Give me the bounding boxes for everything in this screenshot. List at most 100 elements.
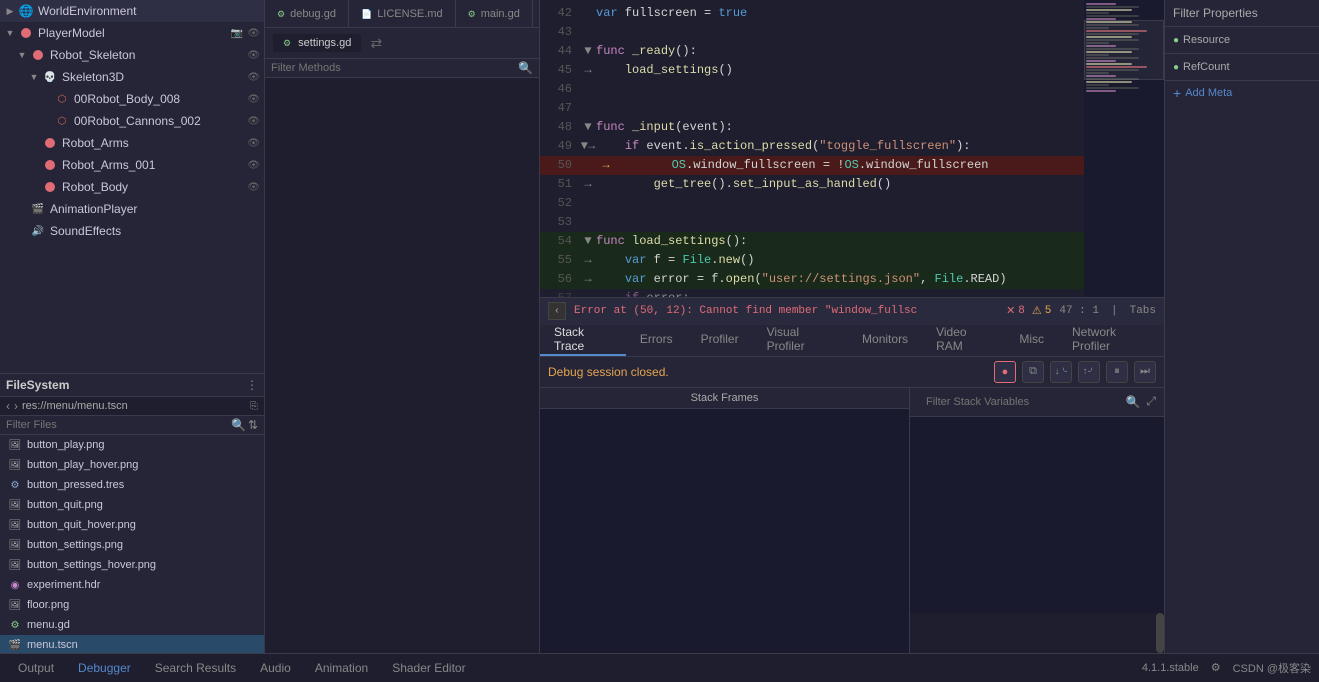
code-area: 42 var fullscreen = true 43 xyxy=(540,0,1164,297)
bottom-tab-output[interactable]: Output xyxy=(8,654,64,682)
eye-icon-robotcannons002[interactable]: 👁 xyxy=(247,116,260,127)
stack-vars-scrollbar-thumb[interactable] xyxy=(1156,613,1164,653)
minimap-viewport[interactable] xyxy=(1084,20,1164,80)
tree-arrow-robotskeleton: ▼ xyxy=(16,49,28,61)
code-line-47: 47 xyxy=(540,99,1084,118)
fs-label-buttonsettings: button_settings.png xyxy=(27,539,123,551)
filter-methods-input[interactable] xyxy=(271,62,518,74)
tree-item-soundeffects[interactable]: ▶ 🔊 SoundEffects xyxy=(0,220,264,242)
fs-item-floorpng[interactable]: 🖼 floor.png xyxy=(0,595,264,615)
tree-item-robotcannons002[interactable]: ▶ ⬡ 00Robot_Cannons_002 👁 xyxy=(0,110,264,132)
fs-item-buttonplay[interactable]: 🖼 button_play.png xyxy=(0,435,264,455)
debug-skip-btn[interactable]: ⏭ xyxy=(1134,361,1156,383)
right-panel-refcount-section: ● RefCount xyxy=(1165,54,1319,81)
debug-step-over-btn[interactable]: ⧉ xyxy=(1022,361,1044,383)
tree-item-robotskeleton[interactable]: ▼ Robot_Skeleton 👁 xyxy=(0,44,264,66)
bottom-tab-searchresults[interactable]: Search Results xyxy=(145,654,246,682)
fs-item-menugd[interactable]: ⚙ menu.gd xyxy=(0,615,264,635)
fs-path-copy-icon[interactable]: ⎘ xyxy=(250,401,258,412)
fs-label-buttonquit: button_quit.png xyxy=(27,499,103,511)
filter-methods-search-icon[interactable]: 🔍 xyxy=(518,61,533,75)
tree-actions-robotarms: 👁 xyxy=(247,138,260,149)
tree-label-robotarms: Robot_Arms xyxy=(62,136,129,150)
warn-triangle-icon: ⚠ xyxy=(1032,304,1042,318)
file-tab-debuggd[interactable]: ⚙ debug.gd xyxy=(265,0,349,28)
stack-vars-filter-input[interactable] xyxy=(918,392,1121,412)
method-tab-expand-btn[interactable]: ⇄ xyxy=(365,32,387,54)
right-panel-item-refcount[interactable]: ● RefCount xyxy=(1173,58,1311,76)
tree-item-playermodel[interactable]: ▼ PlayerModel 📷 👁 xyxy=(0,22,264,44)
eye-icon-robotskeleton[interactable]: 👁 xyxy=(247,50,260,61)
res-icon-buttonpressed: ⚙ xyxy=(8,478,22,492)
eye-icon-robotbody[interactable]: 👁 xyxy=(247,182,260,193)
file-tab-menugd[interactable]: ⚙ menu.gd xyxy=(533,0,539,28)
eye-icon-skeleton3d[interactable]: 👁 xyxy=(247,72,260,83)
add-meta-btn[interactable]: + Add Meta xyxy=(1165,81,1319,105)
debug-step-out-btn[interactable]: ↑⌏ xyxy=(1078,361,1100,383)
debug-tab-visualprofiler[interactable]: Visual Profiler xyxy=(753,324,848,356)
debug-tab-monitors[interactable]: Monitors xyxy=(848,324,922,356)
right-panel-resource-section: ● Resource xyxy=(1165,27,1319,54)
stack-vars-scrollbar[interactable] xyxy=(1156,613,1164,653)
debug-tab-misc[interactable]: Misc xyxy=(1005,324,1058,356)
code-scroll[interactable]: 42 var fullscreen = true 43 xyxy=(540,0,1084,297)
debug-step-into-btn[interactable]: ↓⌎ xyxy=(1050,361,1072,383)
filesystem-menu-icon[interactable]: ⋮ xyxy=(246,378,258,392)
circle-red-icon-robotbody xyxy=(42,179,58,195)
debug-tab-errors[interactable]: Errors xyxy=(626,324,687,356)
debug-tab-stacktrace[interactable]: Stack Trace xyxy=(540,324,626,356)
debug-record-btn[interactable]: ● xyxy=(994,361,1016,383)
debug-tab-videoram[interactable]: Video RAM xyxy=(922,324,1005,356)
error-nav-back[interactable]: ‹ xyxy=(548,302,566,320)
filesystem-filter-input[interactable] xyxy=(6,419,231,431)
refcount-icon: ● xyxy=(1173,62,1179,73)
eye-icon-robotbody008[interactable]: 👁 xyxy=(247,94,260,105)
tree-item-robotarms001[interactable]: ▶ Robot_Arms_001 👁 xyxy=(0,154,264,176)
bottom-tab-animation[interactable]: Animation xyxy=(305,654,378,682)
tree-label-soundeffects: SoundEffects xyxy=(50,224,121,238)
fs-item-buttonsettings[interactable]: 🖼 button_settings.png xyxy=(0,535,264,555)
fs-item-buttonquit[interactable]: 🖼 button_quit.png xyxy=(0,495,264,515)
debug-pause-btn[interactable]: ⏸ xyxy=(1106,361,1128,383)
fs-item-buttonplayhover[interactable]: 🖼 button_play_hover.png xyxy=(0,455,264,475)
tree-item-skeleton3d[interactable]: ▼ 💀 Skeleton3D 👁 xyxy=(0,66,264,88)
stack-frames-body xyxy=(540,409,909,654)
bottom-tab-debugger[interactable]: Debugger xyxy=(68,654,141,682)
tree-actions-robotbody: 👁 xyxy=(247,182,260,193)
fs-nav-forward-icon[interactable]: › xyxy=(14,399,18,413)
tree-item-animationplayer[interactable]: ▶ 🎬 AnimationPlayer xyxy=(0,198,264,220)
stack-vars-search-icon[interactable]: 🔍 xyxy=(1125,395,1140,409)
tree-item-robotarms[interactable]: ▶ Robot_Arms 👁 xyxy=(0,132,264,154)
tree-label-playermodel: PlayerModel xyxy=(38,26,105,40)
code-line-50: 50 → OS.window_fullscreen = !OS.window_f… xyxy=(540,156,1084,175)
tree-item-robotbody[interactable]: ▶ Robot_Body 👁 xyxy=(0,176,264,198)
eye-icon-playermodel[interactable]: 👁 xyxy=(247,28,260,39)
fs-item-buttonquithover[interactable]: 🖼 button_quit_hover.png xyxy=(0,515,264,535)
fs-nav-back-icon[interactable]: ‹ xyxy=(6,399,10,413)
bottom-tab-audio[interactable]: Audio xyxy=(250,654,301,682)
fs-item-buttonsettingshover[interactable]: 🖼 button_settings_hover.png xyxy=(0,555,264,575)
bottom-bar: Output Debugger Search Results Audio Ani… xyxy=(0,653,1319,681)
tscn-icon-menutscn: 🎬 xyxy=(8,638,22,652)
file-tab-licensemd[interactable]: 📄 LICENSE.md xyxy=(349,0,456,28)
fs-item-menutscn[interactable]: 🎬 menu.tscn xyxy=(0,635,264,653)
file-tab-maingd[interactable]: ⚙ main.gd xyxy=(456,0,533,28)
bottom-tab-shadereditor[interactable]: Shader Editor xyxy=(382,654,475,682)
eye-icon-robotarms[interactable]: 👁 xyxy=(247,138,260,149)
debug-tab-networkprofiler[interactable]: Network Profiler xyxy=(1058,324,1164,356)
eye-icon-robotarms001[interactable]: 👁 xyxy=(247,160,260,171)
scene-tree: ▶ 🌐 WorldEnvironment ▼ PlayerModel 📷 👁 ▼… xyxy=(0,0,264,373)
right-panel-item-resource[interactable]: ● Resource xyxy=(1173,31,1311,49)
fs-item-buttonpressed[interactable]: ⚙ button_pressed.tres xyxy=(0,475,264,495)
fs-item-experimenthdr[interactable]: ◉ experiment.hdr xyxy=(0,575,264,595)
tree-item-robotbody008[interactable]: ▶ ⬡ 00Robot_Body_008 👁 xyxy=(0,88,264,110)
settings-icon[interactable]: ⚙ xyxy=(1211,661,1221,674)
code-minimap[interactable] xyxy=(1084,0,1164,297)
debug-tabs-bar: Stack Trace Errors Profiler Visual Profi… xyxy=(540,325,1164,357)
filesystem-sort-icon[interactable]: ⇅ xyxy=(248,418,258,432)
filesystem-search-icon[interactable]: 🔍 xyxy=(231,418,246,432)
tree-item-worldenvironment[interactable]: ▶ 🌐 WorldEnvironment xyxy=(0,0,264,22)
stack-vars-expand-icon[interactable]: ⤢ xyxy=(1146,394,1156,409)
debug-tab-profiler[interactable]: Profiler xyxy=(687,324,753,356)
code-line-52: 52 xyxy=(540,194,1084,213)
